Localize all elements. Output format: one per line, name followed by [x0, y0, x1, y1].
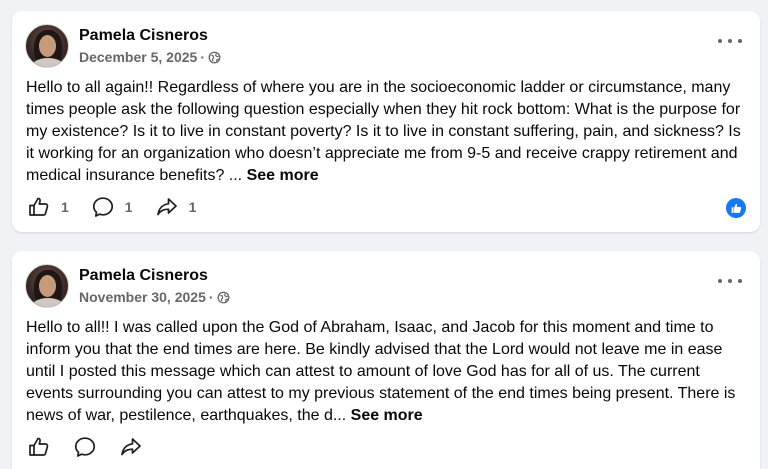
post-date[interactable]: December 5, 2025 — [79, 48, 197, 66]
like-button[interactable]: 1 — [27, 195, 69, 219]
thumbs-up-icon — [29, 197, 49, 216]
post-text: Hello to all!! I was called upon the God… — [26, 317, 751, 427]
share-arrow-icon — [156, 198, 177, 216]
post-text: Hello to all again!! Regardless of where… — [26, 77, 751, 187]
post-actions — [27, 435, 165, 459]
post-body: Hello to all again!! Regardless of where… — [26, 79, 741, 184]
post-date-row: December 5, 2025 · — [79, 48, 221, 66]
avatar[interactable] — [25, 24, 69, 68]
globe-icon[interactable] — [208, 51, 221, 64]
post-meta: Pamela Cisneros November 30, 2025 · — [79, 266, 230, 306]
comment-count[interactable]: 1 — [125, 199, 133, 215]
post-meta: Pamela Cisneros December 5, 2025 · — [79, 26, 221, 66]
globe-icon[interactable] — [217, 291, 230, 304]
author-name[interactable]: Pamela Cisneros — [79, 26, 221, 46]
post-card: Pamela Cisneros December 5, 2025 · Hello… — [12, 11, 760, 232]
post-date[interactable]: November 30, 2025 — [79, 288, 206, 306]
comment-bubble-icon — [74, 437, 96, 457]
see-more-link[interactable]: See more — [247, 167, 319, 184]
more-options-icon[interactable] — [718, 275, 742, 287]
like-reaction-icon[interactable] — [726, 198, 746, 218]
like-button[interactable] — [27, 435, 51, 459]
post-actions: 1 1 1 — [27, 195, 218, 219]
thumbs-up-icon — [29, 437, 49, 456]
comment-button[interactable]: 1 — [91, 195, 133, 219]
post-date-row: November 30, 2025 · — [79, 288, 230, 306]
see-more-link[interactable]: See more — [351, 407, 423, 424]
author-name[interactable]: Pamela Cisneros — [79, 266, 230, 286]
post-header: Pamela Cisneros December 5, 2025 · — [25, 23, 221, 69]
more-options-icon[interactable] — [718, 35, 742, 47]
share-button[interactable]: 1 — [155, 195, 197, 219]
post-card: Pamela Cisneros November 30, 2025 · Hell… — [12, 251, 760, 469]
news-feed: Pamela Cisneros December 5, 2025 · Hello… — [0, 0, 768, 469]
like-count[interactable]: 1 — [61, 199, 69, 215]
separator: · — [208, 289, 214, 305]
avatar[interactable] — [25, 264, 69, 308]
separator: · — [200, 49, 205, 65]
comment-button[interactable] — [73, 435, 97, 459]
post-header: Pamela Cisneros November 30, 2025 · — [25, 263, 230, 309]
share-button[interactable] — [119, 435, 143, 459]
comment-bubble-icon — [92, 197, 113, 217]
share-arrow-icon — [121, 438, 141, 456]
share-count[interactable]: 1 — [189, 199, 197, 215]
